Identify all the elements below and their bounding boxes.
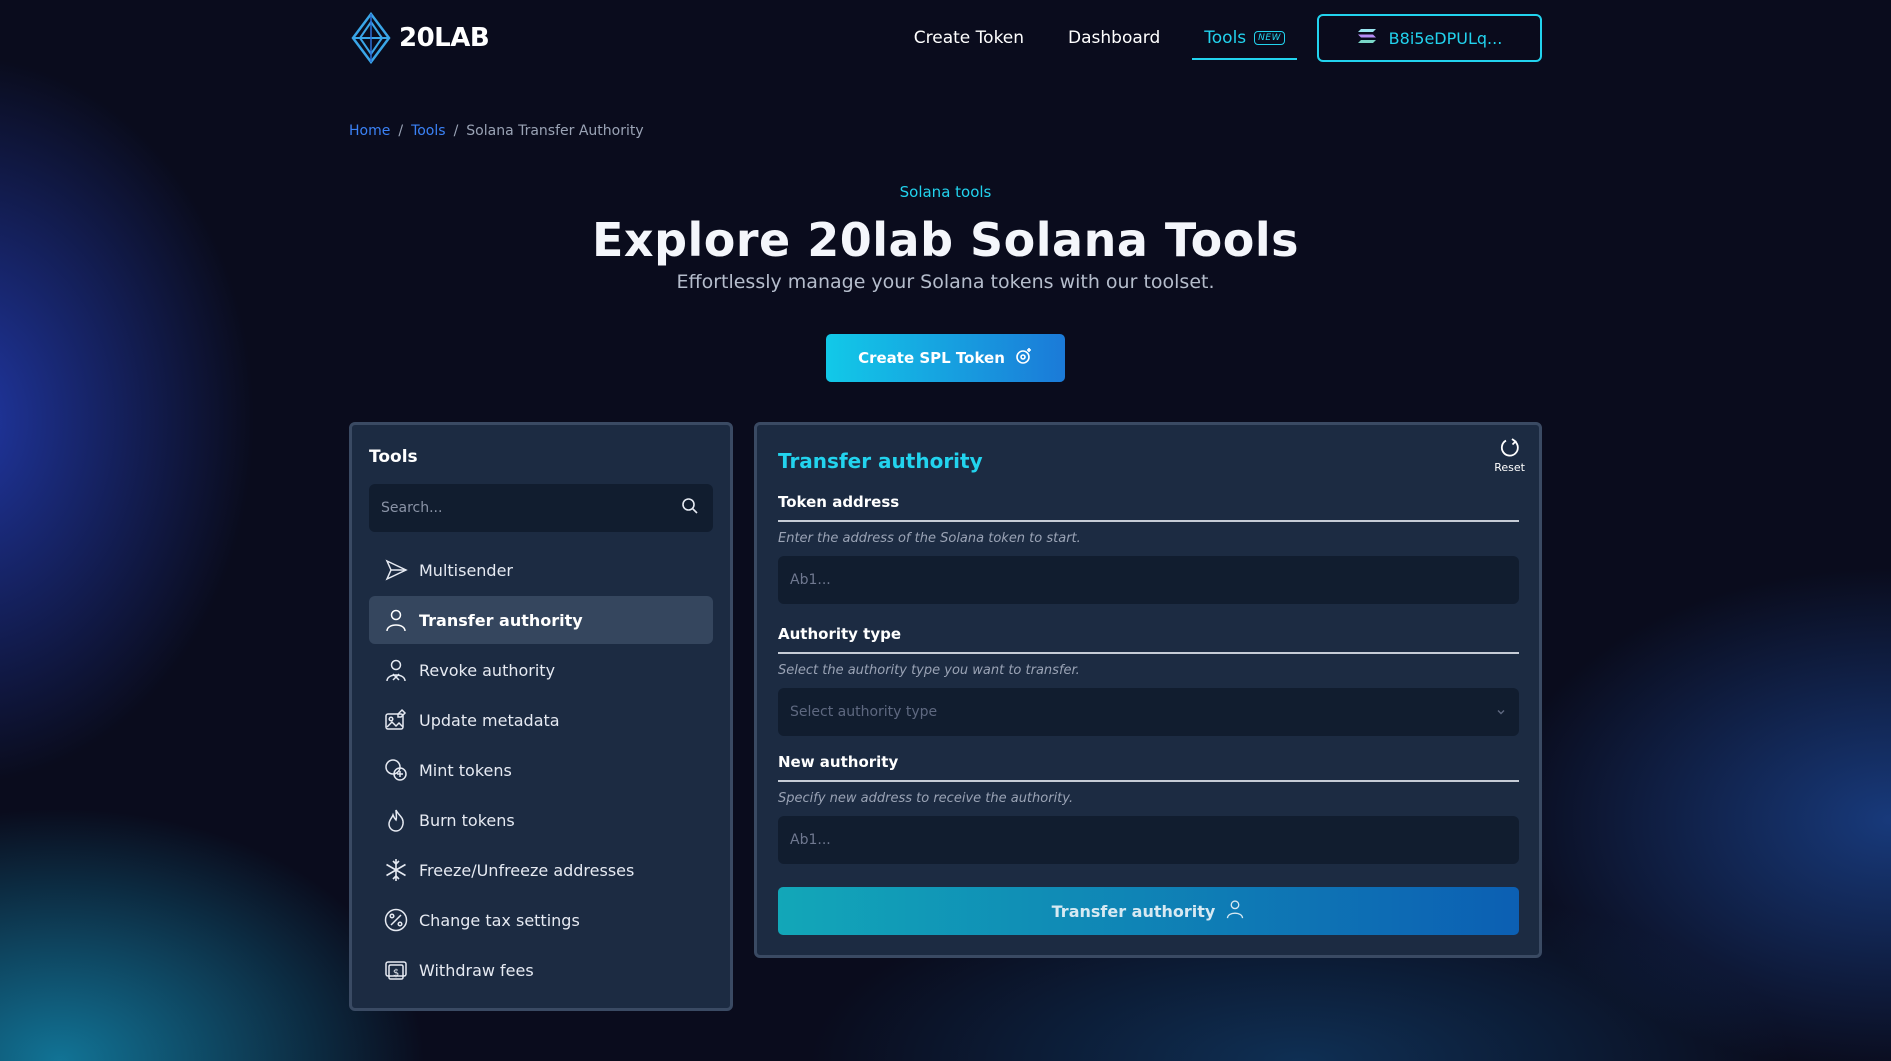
sidebar-item-freeze-unfreeze[interactable]: Freeze/Unfreeze addresses xyxy=(369,846,713,894)
diamond-logo-icon xyxy=(349,12,393,64)
wallet-button[interactable]: B8i5eDPULq... xyxy=(1317,14,1542,62)
main-nav: Create Token Dashboard Tools NEW B8i5eDP… xyxy=(914,12,1542,64)
dollar-bill-icon: $ xyxy=(383,957,409,983)
breadcrumb-home[interactable]: Home xyxy=(349,123,390,139)
hero-eyebrow: Solana tools xyxy=(899,183,992,201)
coin-sparkle-icon xyxy=(1015,347,1033,369)
page-title: Explore 20lab Solana Tools xyxy=(591,213,1300,267)
coins-plus-icon xyxy=(383,757,409,783)
sidebar-item-label: Transfer authority xyxy=(419,610,583,630)
cta-label: Create SPL Token xyxy=(858,349,1005,367)
sidebar-item-label: Update metadata xyxy=(419,710,560,730)
search-box xyxy=(369,484,713,532)
authority-type-placeholder: Select authority type xyxy=(790,704,938,720)
sidebar-item-change-tax-settings[interactable]: Change tax settings xyxy=(369,896,713,944)
new-badge: NEW xyxy=(1254,31,1285,45)
sidebar-item-multisender[interactable]: Multisender xyxy=(369,546,713,594)
new-authority-field: New authority Specify new address to rec… xyxy=(778,753,1519,864)
flame-icon xyxy=(383,807,409,833)
new-authority-input[interactable] xyxy=(790,832,1507,848)
brand-name: 20LAB xyxy=(399,23,490,53)
search-icon[interactable] xyxy=(681,497,699,519)
hero-subtitle: Effortlessly manage your Solana tokens w… xyxy=(676,271,1215,293)
new-authority-help: Specify new address to receive the autho… xyxy=(778,791,1074,806)
tools-sidebar: Tools Multisender Transfer authority xyxy=(349,422,733,1011)
breadcrumb: Home / Tools / Solana Transfer Authority xyxy=(349,123,644,139)
reset-icon xyxy=(1494,437,1525,459)
submit-label: Transfer authority xyxy=(1051,901,1216,921)
sidebar-item-label: Freeze/Unfreeze addresses xyxy=(419,860,635,880)
breadcrumb-current: Solana Transfer Authority xyxy=(466,123,644,139)
sidebar-item-transfer-authority[interactable]: Transfer authority xyxy=(369,596,713,644)
top-header: 20LAB Create Token Dashboard Tools NEW B… xyxy=(349,12,1542,64)
user-icon xyxy=(1225,899,1245,923)
nav-create-token[interactable]: Create Token xyxy=(914,28,1024,48)
token-address-input-wrap xyxy=(778,556,1519,604)
sidebar-item-label: Multisender xyxy=(419,560,514,580)
sidebar-item-label: Mint tokens xyxy=(419,760,512,780)
user-x-icon xyxy=(383,657,409,683)
transfer-authority-form: Transfer authority Reset Token address E… xyxy=(754,422,1542,958)
snowflake-icon xyxy=(383,857,409,883)
authority-type-field: Authority type Select the authority type… xyxy=(778,625,1519,736)
reset-button[interactable]: Reset xyxy=(1494,437,1525,474)
sidebar-item-label: Withdraw fees xyxy=(419,960,534,980)
svg-text:$: $ xyxy=(393,968,399,979)
sidebar-item-mint-tokens[interactable]: Mint tokens xyxy=(369,746,713,794)
sidebar-item-withdraw-fees[interactable]: $ Withdraw fees xyxy=(369,946,713,994)
authority-type-select[interactable]: Select authority type xyxy=(778,688,1519,736)
sidebar-item-label: Burn tokens xyxy=(419,810,515,830)
token-address-label: Token address xyxy=(778,493,1519,522)
nav-tools-label: Tools xyxy=(1204,28,1247,48)
sidebar-item-update-metadata[interactable]: Update metadata xyxy=(369,696,713,744)
create-spl-token-button[interactable]: Create SPL Token xyxy=(826,334,1065,382)
brand-logo[interactable]: 20LAB xyxy=(349,12,490,64)
breadcrumb-tools[interactable]: Tools xyxy=(411,123,446,139)
solana-icon xyxy=(1357,28,1377,48)
sidebar-item-label: Revoke authority xyxy=(419,660,556,680)
sidebar-item-revoke-authority[interactable]: Revoke authority xyxy=(369,646,713,694)
breadcrumb-separator: / xyxy=(453,123,459,139)
authority-type-help: Select the authority type you want to tr… xyxy=(778,663,1080,678)
authority-type-label: Authority type xyxy=(778,625,1519,654)
reset-label: Reset xyxy=(1494,461,1525,474)
token-address-field: Token address Enter the address of the S… xyxy=(778,493,1519,604)
token-address-help: Enter the address of the Solana token to… xyxy=(778,531,1081,546)
chevron-down-icon xyxy=(1495,703,1507,722)
percent-icon xyxy=(383,907,409,933)
send-icon xyxy=(383,557,409,583)
sidebar-title: Tools xyxy=(369,447,418,467)
sidebar-item-burn-tokens[interactable]: Burn tokens xyxy=(369,796,713,844)
sidebar-item-label: Change tax settings xyxy=(419,910,580,930)
nav-tools[interactable]: Tools NEW xyxy=(1192,16,1297,60)
user-icon xyxy=(383,607,409,633)
new-authority-label: New authority xyxy=(778,753,1519,782)
breadcrumb-separator: / xyxy=(398,123,404,139)
tool-list: Multisender Transfer authority Revoke au… xyxy=(369,546,713,996)
nav-dashboard[interactable]: Dashboard xyxy=(1068,28,1160,48)
form-title: Transfer authority xyxy=(778,449,983,473)
hero-section: Solana tools Explore 20lab Solana Tools … xyxy=(0,183,1891,293)
transfer-authority-button[interactable]: Transfer authority xyxy=(778,887,1519,935)
token-address-input[interactable] xyxy=(790,572,1507,588)
search-input[interactable] xyxy=(381,500,681,516)
image-edit-icon xyxy=(383,707,409,733)
new-authority-input-wrap xyxy=(778,816,1519,864)
wallet-address: B8i5eDPULq... xyxy=(1388,28,1503,48)
